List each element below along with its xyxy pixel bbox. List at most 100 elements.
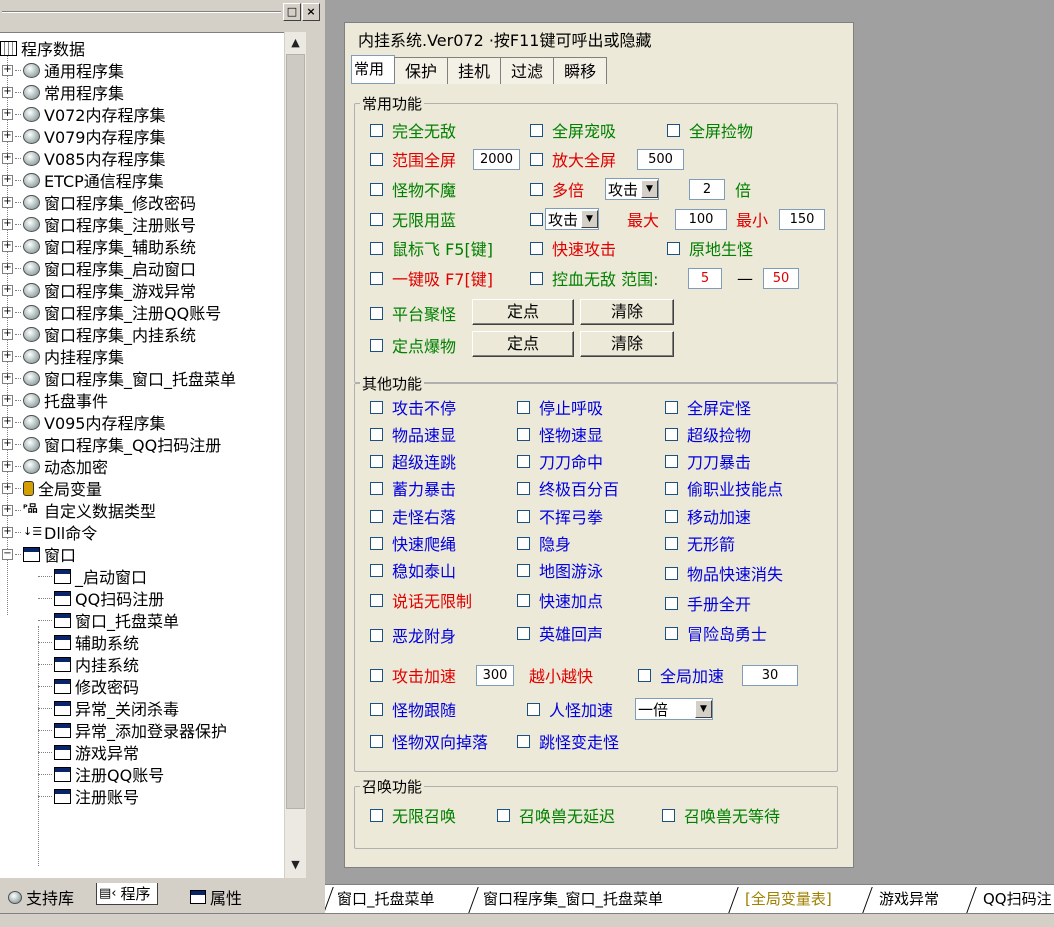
chk-other[interactable]: 无形箭 (665, 531, 735, 555)
expand-icon[interactable]: + (2, 174, 13, 186)
expand-icon[interactable]: + (2, 438, 13, 450)
window-item[interactable]: 内挂系统 (38, 653, 139, 675)
tab-filter[interactable]: 过滤 (500, 57, 555, 84)
window-item[interactable]: 窗口_托盘菜单 (38, 609, 179, 631)
tab-properties[interactable]: 属性 (184, 883, 249, 911)
dropdown-arrow-icon[interactable]: ▼ (641, 180, 659, 198)
chk-other[interactable]: 攻击不停 (370, 395, 456, 419)
tree-item[interactable]: + 窗口程序集_QQ扫码注册 (2, 433, 221, 455)
doc-tab[interactable]: 窗口程序集_窗口_托盘菜单 (468, 885, 711, 913)
chk-other[interactable]: 物品快速消失 (665, 561, 783, 585)
tab-teleport[interactable]: 瞬移 (553, 57, 608, 84)
chk-other[interactable]: 偷职业技能点 (665, 476, 783, 500)
tree-item[interactable]: + 窗口程序集_游戏异常 (2, 279, 196, 301)
tree-scrollbar[interactable]: ▲ ▼ (284, 32, 306, 878)
window-item[interactable]: 修改密码 (38, 675, 139, 697)
chk-monster-double-drop[interactable]: 怪物双向掉落 (370, 729, 488, 753)
close-button[interactable]: × (302, 3, 320, 21)
attack-speed-input[interactable]: 300 (476, 664, 514, 686)
chk-full-pickup[interactable]: 全屏捡物 (667, 118, 753, 142)
chk-other[interactable]: 稳如泰山 (370, 558, 456, 582)
tree-item[interactable]: + V072内存程序集 (2, 103, 166, 125)
tree-item-dll[interactable]: + ↓☰ Dll命令 (2, 521, 97, 543)
tree-item[interactable]: + 通用程序集 (2, 59, 124, 81)
window-item[interactable]: 注册账号 (38, 785, 139, 807)
expand-icon[interactable]: + (2, 64, 13, 76)
chk-jump-monster[interactable]: 跳怪变走怪 (517, 729, 619, 753)
chk-other[interactable]: 全屏定怪 (665, 395, 751, 419)
platform-clear-button[interactable]: 清除 (580, 299, 674, 325)
chk-fast-attack[interactable]: 快速攻击 (530, 236, 616, 260)
tab-common[interactable]: 常用 (351, 55, 396, 84)
chk-unlimited-mp[interactable]: 无限用蓝 (370, 207, 456, 231)
tab-protect[interactable]: 保护 (394, 57, 449, 84)
chk-platform-gather[interactable]: 平台聚怪 (370, 301, 456, 325)
attack-select[interactable]: 攻击 ▼ (545, 208, 600, 230)
chk-blood-invincible[interactable]: 控血无敌 范围: (530, 266, 658, 290)
scroll-down-icon[interactable]: ▼ (285, 854, 306, 876)
expand-icon[interactable]: + (2, 196, 13, 208)
zoom-full-input[interactable]: 500 (637, 148, 684, 170)
chk-unlimited-summon[interactable]: 无限召唤 (370, 803, 456, 827)
chk-multi[interactable]: 多倍 (530, 177, 584, 201)
chk-other[interactable]: 超级捡物 (665, 422, 751, 446)
chk-other[interactable]: 说话无限制 (370, 588, 472, 612)
window-item[interactable]: QQ扫码注册 (38, 587, 164, 609)
chk-other[interactable]: 手册全开 (665, 591, 751, 615)
expand-icon[interactable]: + (2, 350, 13, 362)
multi-input[interactable]: 2 (689, 178, 725, 200)
expand-icon[interactable]: + (2, 394, 13, 406)
window-item[interactable]: 游戏异常 (38, 741, 139, 763)
chk-other[interactable]: 刀刀命中 (517, 449, 603, 473)
chk-other[interactable]: 隐身 (517, 531, 571, 555)
multi-select[interactable]: 攻击 ▼ (605, 178, 660, 200)
expand-icon[interactable]: + (2, 218, 13, 230)
tree-item[interactable]: + 窗口程序集_内挂系统 (2, 323, 196, 345)
range-a-input[interactable]: 5 (688, 267, 722, 289)
chk-other[interactable]: 超级连跳 (370, 449, 456, 473)
scroll-up-icon[interactable]: ▲ (285, 32, 306, 54)
chk-summon-no-wait[interactable]: 召唤兽无等待 (662, 803, 780, 827)
tree-item[interactable]: + 窗口程序集_窗口_托盘菜单 (2, 367, 236, 389)
chk-attack-range[interactable]: 攻击 ▼ (530, 207, 600, 231)
tree-item[interactable]: + 窗口程序集_修改密码 (2, 191, 196, 213)
chk-full-pet-suck[interactable]: 全屏宠吸 (530, 118, 616, 142)
scroll-thumb[interactable] (286, 54, 305, 809)
tree-item[interactable]: + ETCP通信程序集 (2, 169, 164, 191)
doc-tab[interactable]: QQ扫码注 (966, 885, 1054, 913)
chk-other[interactable]: 不挥弓拳 (517, 504, 603, 528)
doc-tab-active[interactable]: [全局变量表] (728, 885, 861, 913)
chk-zoom-full[interactable]: 放大全屏 (530, 147, 616, 171)
expand-icon[interactable]: + (2, 262, 13, 274)
window-item[interactable]: 辅助系统 (38, 631, 139, 653)
expand-icon[interactable]: + (2, 460, 13, 472)
collapse-icon[interactable]: − (2, 548, 13, 560)
chk-other[interactable]: 刀刀暴击 (665, 449, 751, 473)
tree-item[interactable]: + 常用程序集 (2, 81, 124, 103)
expand-icon[interactable]: + (2, 504, 13, 516)
range-b-input[interactable]: 50 (763, 267, 799, 289)
window-item[interactable]: 注册QQ账号 (38, 763, 164, 785)
chk-fixed-drop[interactable]: 定点爆物 (370, 333, 456, 357)
doc-tab[interactable]: 游戏异常 (862, 885, 965, 913)
tree-item-windows[interactable]: − 窗口 (2, 543, 76, 565)
drop-fix-button[interactable]: 定点 (472, 331, 574, 357)
chk-other[interactable]: 走怪右落 (370, 504, 456, 528)
expand-icon[interactable]: + (2, 328, 13, 340)
chk-char-monster-speed[interactable]: 人怪加速 (527, 697, 613, 721)
tree-item[interactable]: + 窗口程序集_启动窗口 (2, 257, 196, 279)
chk-monster-follow[interactable]: 怪物跟随 (370, 697, 456, 721)
tree-item[interactable]: + V085内存程序集 (2, 147, 166, 169)
expand-icon[interactable]: + (2, 130, 13, 142)
chk-mouse-fly[interactable]: 鼠标飞 F5[键] (370, 236, 493, 260)
window-item[interactable]: _启动窗口 (38, 565, 147, 587)
chk-other[interactable]: 蓄力暴击 (370, 476, 456, 500)
max-input[interactable]: 100 (675, 208, 727, 230)
tree-item[interactable]: + V079内存程序集 (2, 125, 166, 147)
tree-root[interactable]: 程序数据 (0, 37, 85, 59)
chk-other[interactable]: 移动加速 (665, 504, 751, 528)
chk-attack-speed[interactable]: 攻击加速 (370, 663, 456, 687)
dropdown-arrow-icon[interactable]: ▼ (581, 210, 599, 228)
tab-program[interactable]: ▤‹ 程序 (96, 883, 158, 905)
chk-other[interactable]: 地图游泳 (517, 558, 603, 582)
